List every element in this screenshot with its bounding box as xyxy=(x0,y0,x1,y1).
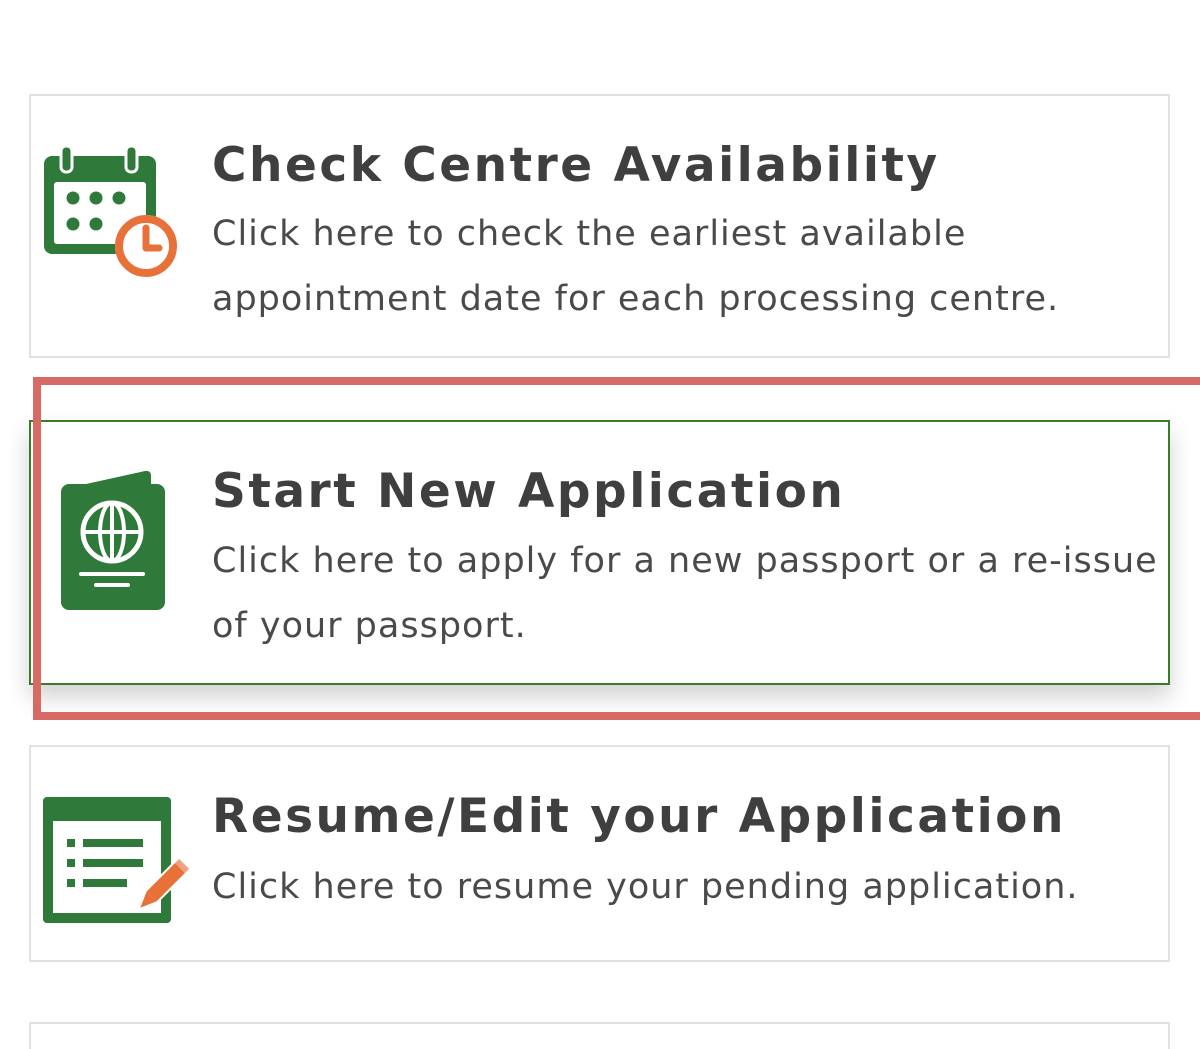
passport-icon xyxy=(59,468,169,622)
resume-edit-application-card[interactable]: Resume/Edit your Application Click here … xyxy=(29,745,1170,962)
form-edit-icon xyxy=(41,795,192,944)
page: Check Centre Availability Click here to … xyxy=(0,0,1200,1049)
check-centre-availability-card[interactable]: Check Centre Availability Click here to … xyxy=(29,94,1170,358)
start-new-application-card[interactable]: Start New Application Click here to appl… xyxy=(29,420,1170,685)
calendar-clock-icon xyxy=(41,142,181,286)
card-title: Start New Application xyxy=(212,464,846,519)
card-description: Click here to check the earliest availab… xyxy=(212,202,1059,332)
card-description-line: Click here to check the earliest availab… xyxy=(212,214,967,254)
card-title: Resume/Edit your Application xyxy=(212,789,1066,844)
card-title: Check Centre Availability xyxy=(212,138,940,193)
card-description-line: Click here to resume your pending applic… xyxy=(212,867,1079,907)
card-description-line: of your passport. xyxy=(212,606,527,646)
card-description: Click here to resume your pending applic… xyxy=(212,855,1079,920)
card-description-line: appointment date for each processing cen… xyxy=(212,279,1060,319)
card-description-line: Click here to apply for a new passport o… xyxy=(212,541,1158,581)
next-option-card[interactable] xyxy=(29,1022,1170,1049)
card-description: Click here to apply for a new passport o… xyxy=(212,529,1158,659)
